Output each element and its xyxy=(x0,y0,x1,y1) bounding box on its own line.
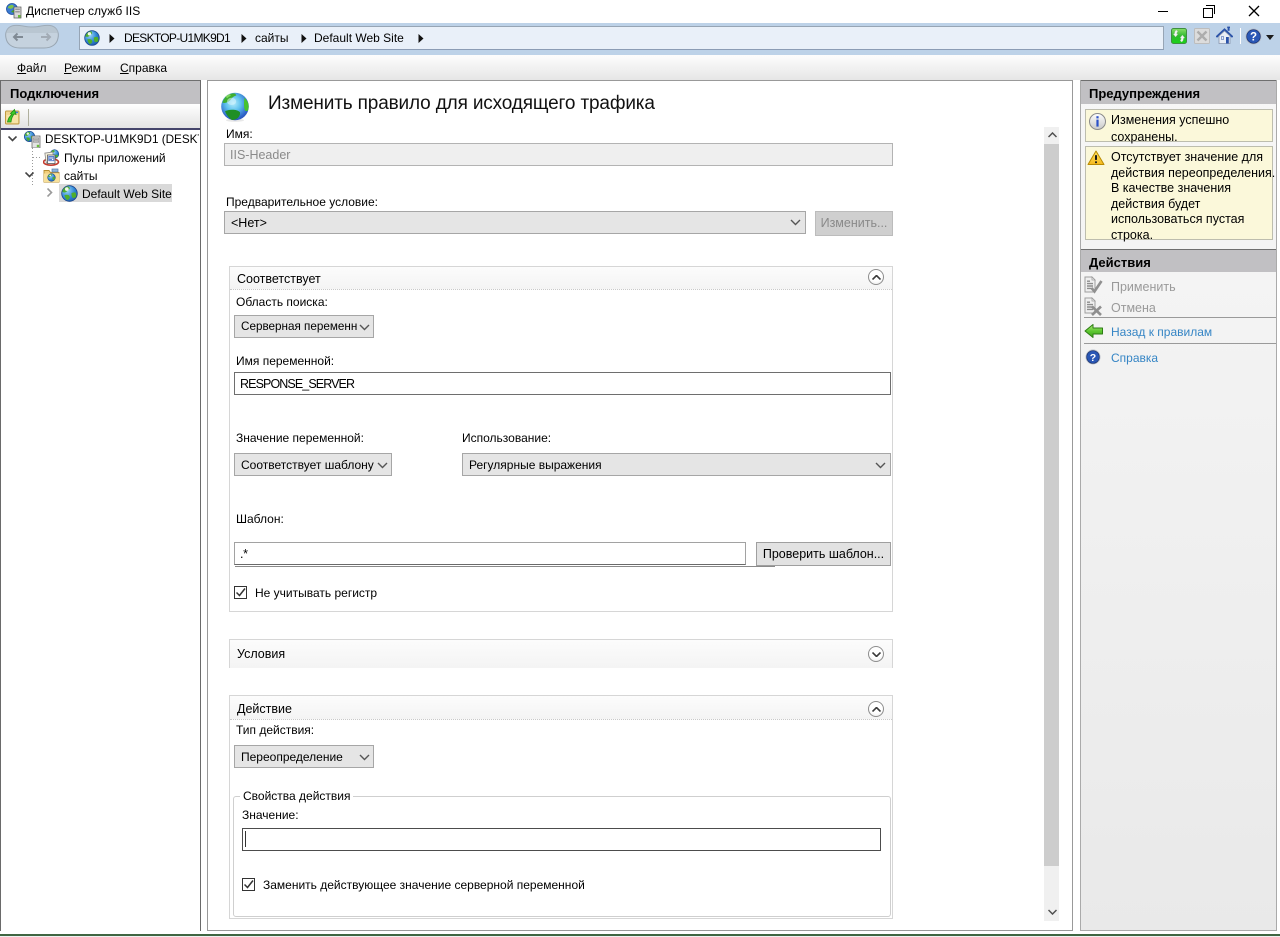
svg-text:?: ? xyxy=(1090,352,1096,364)
svg-text:?: ? xyxy=(1250,32,1257,44)
